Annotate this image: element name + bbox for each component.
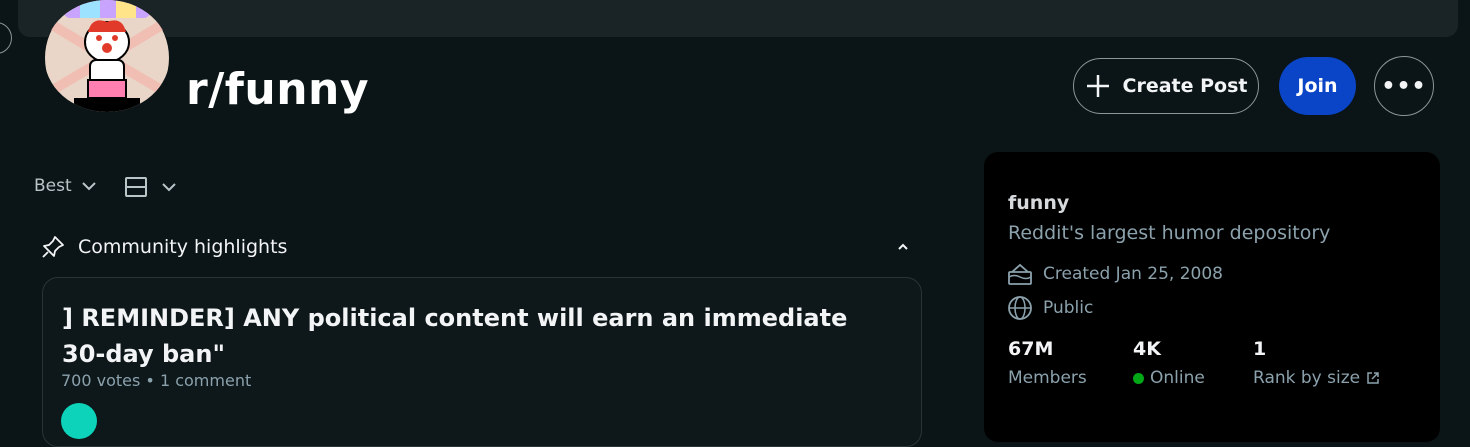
members-label-text: Members xyxy=(1008,368,1087,388)
created-date: Created Jan 25, 2008 xyxy=(1043,264,1223,284)
online-count: 4K xyxy=(1133,338,1161,360)
more-icon: ••• xyxy=(1381,73,1427,99)
community-avatar xyxy=(44,0,170,112)
sort-label: Best xyxy=(34,176,72,196)
more-options-button[interactable]: ••• xyxy=(1374,56,1434,116)
members-count: 67M xyxy=(1008,338,1054,360)
layout-icon xyxy=(125,177,147,197)
create-post-button[interactable]: Create Post xyxy=(1073,58,1259,114)
online-label: Online xyxy=(1133,368,1205,388)
rank-value: 1 xyxy=(1253,338,1267,360)
sidebar-community-name: funny xyxy=(1008,192,1070,214)
community-title: r/funny xyxy=(186,64,370,115)
visibility-label: Public xyxy=(1043,298,1094,318)
post-meta: 700 votes • 1 comment xyxy=(61,371,252,390)
cake-icon xyxy=(1008,263,1032,285)
rank-by-size-link[interactable]: Rank by size xyxy=(1253,368,1380,388)
collapse-highlights-button[interactable] xyxy=(896,236,910,255)
sort-dropdown[interactable]: Best xyxy=(34,176,96,196)
highlights-label: Community highlights xyxy=(78,236,288,258)
community-banner xyxy=(18,0,1458,37)
rank-label-text: Rank by size xyxy=(1253,368,1361,388)
pin-icon xyxy=(42,236,64,258)
globe-icon xyxy=(1008,296,1032,320)
post-title[interactable]: ] REMINDER] ANY political content will e… xyxy=(62,300,862,372)
nav-back-button[interactable] xyxy=(0,22,12,54)
view-dropdown[interactable] xyxy=(124,176,176,198)
community-highlights-header: Community highlights xyxy=(40,234,287,260)
chevron-down-icon xyxy=(162,183,176,192)
join-button[interactable]: Join xyxy=(1279,57,1356,115)
chevron-down-icon xyxy=(81,182,96,191)
post-thumbnail xyxy=(61,403,97,439)
online-label-text: Online xyxy=(1150,368,1205,388)
members-label: Members xyxy=(1008,368,1087,388)
plus-icon xyxy=(1086,75,1109,97)
create-post-label: Create Post xyxy=(1122,75,1248,97)
sidebar-description: Reddit's largest humor depository xyxy=(1008,222,1331,244)
created-date-row: Created Jan 25, 2008 xyxy=(1007,262,1223,286)
visibility-row: Public xyxy=(1007,295,1093,321)
chevron-up-icon xyxy=(898,243,908,250)
community-avatar-image xyxy=(44,0,170,112)
online-status-dot xyxy=(1133,372,1144,384)
external-link-icon xyxy=(1367,372,1379,384)
